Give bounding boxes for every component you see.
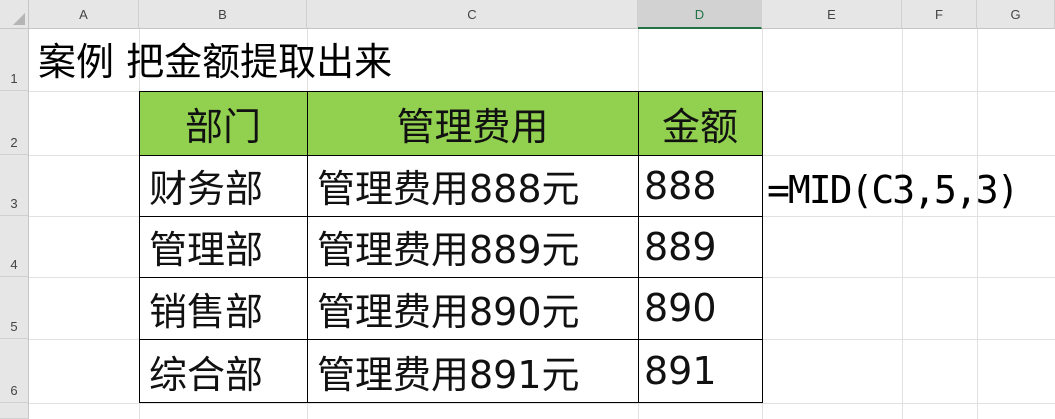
row-number: 5	[10, 319, 18, 334]
table-cell[interactable]: 管理费用891元	[307, 339, 638, 403]
gridline	[29, 403, 1055, 404]
table-cell[interactable]: 891	[638, 339, 762, 403]
table-cell[interactable]: 890	[638, 277, 762, 339]
table-border	[139, 277, 763, 278]
table-border	[638, 91, 639, 403]
table-border	[762, 91, 763, 403]
row-number: 2	[10, 135, 18, 150]
row-header-1[interactable]: 1	[0, 29, 29, 91]
table-cell[interactable]: 管理费用890元	[307, 277, 638, 339]
table-cell[interactable]: 889	[638, 216, 762, 277]
column-header-d[interactable]: D	[638, 0, 762, 29]
row-number: 3	[10, 196, 18, 211]
table-border	[139, 339, 763, 340]
gridline	[977, 29, 978, 419]
table-border	[139, 155, 763, 156]
column-header-c[interactable]: C	[307, 0, 638, 29]
table-cell[interactable]: 财务部	[139, 155, 307, 216]
sheet-title[interactable]: 案例 把金额提取出来	[38, 36, 392, 88]
row-header-2[interactable]: 2	[0, 91, 29, 155]
table-border	[307, 91, 308, 403]
table-cell[interactable]: 管理费用888元	[307, 155, 638, 216]
select-all-icon	[13, 13, 25, 25]
column-header-f[interactable]: F	[902, 0, 977, 29]
formula-text[interactable]: =MID(C3,5,3)	[767, 164, 1020, 216]
gridline	[902, 29, 903, 419]
table-cell[interactable]: 管理部	[139, 216, 307, 277]
table-header-cell[interactable]: 管理费用	[307, 91, 638, 155]
column-header-b[interactable]: B	[139, 0, 307, 29]
row-number: 4	[10, 257, 18, 272]
table-border	[139, 91, 763, 92]
row-header-4[interactable]: 4	[0, 216, 29, 277]
table-cell[interactable]: 管理费用889元	[307, 216, 638, 277]
row-header-7[interactable]	[0, 403, 29, 419]
table-header-cell[interactable]: 金额	[638, 91, 762, 155]
column-header-a[interactable]: A	[29, 0, 139, 29]
column-header-e[interactable]: E	[762, 0, 902, 29]
column-header-g[interactable]: G	[977, 0, 1055, 29]
row-header-5[interactable]: 5	[0, 277, 29, 339]
table-cell[interactable]: 888	[638, 155, 762, 216]
row-header-3[interactable]: 3	[0, 155, 29, 216]
table-border	[139, 402, 763, 403]
table-border	[139, 91, 140, 403]
table-border	[139, 216, 763, 217]
table-cell[interactable]: 销售部	[139, 277, 307, 339]
row-number: 6	[10, 383, 18, 398]
select-all-corner[interactable]	[0, 0, 29, 29]
row-number: 1	[10, 71, 18, 86]
row-header-6[interactable]: 6	[0, 339, 29, 403]
table-header-cell[interactable]: 部门	[139, 91, 307, 155]
table-cell[interactable]: 综合部	[139, 339, 307, 403]
